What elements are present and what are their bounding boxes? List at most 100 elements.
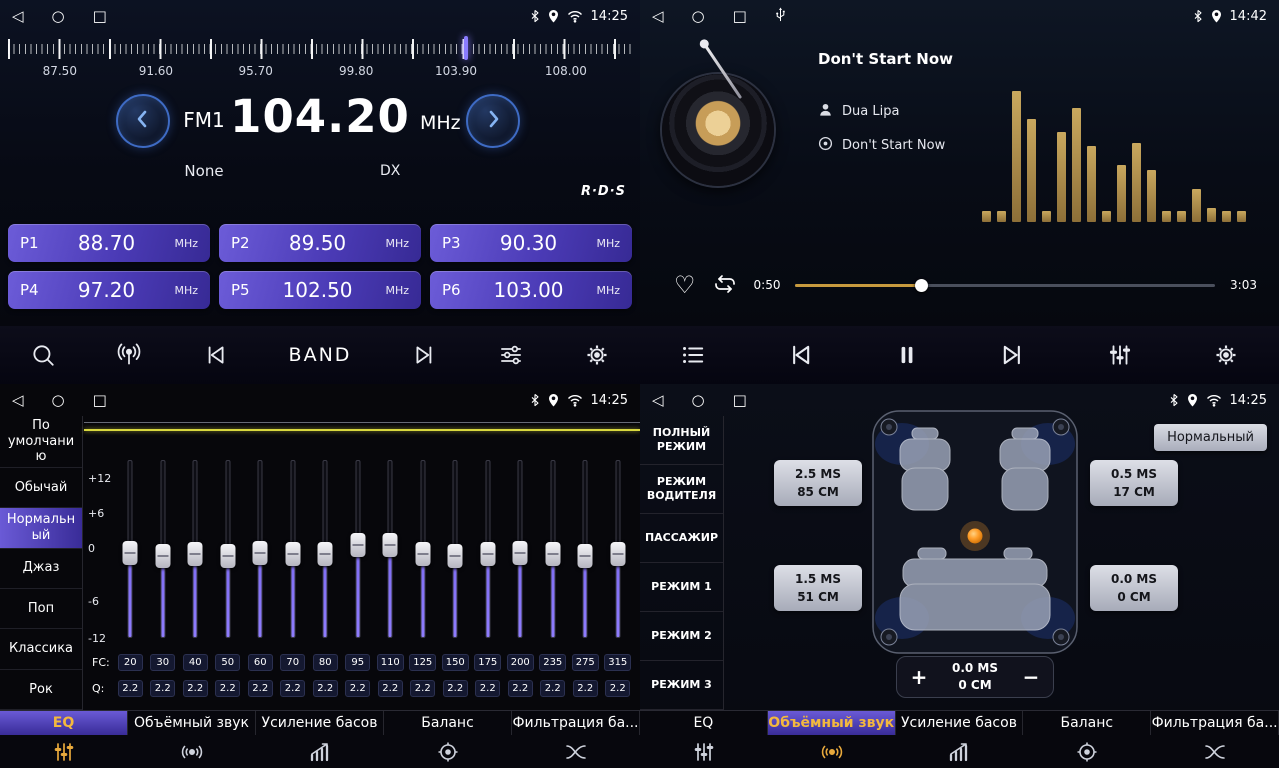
recents-button[interactable]: □ bbox=[733, 9, 747, 24]
band-button[interactable]: BAND bbox=[289, 344, 352, 366]
eq-slider-thumb[interactable] bbox=[220, 544, 235, 568]
eq-slider-thumb[interactable] bbox=[253, 541, 268, 565]
tab-filter[interactable]: Фильтрация ба... bbox=[1151, 711, 1279, 735]
eq-slider-thumb[interactable] bbox=[123, 541, 138, 565]
delay-front-right[interactable]: 0.5 MS 17 CM bbox=[1090, 460, 1178, 506]
tab-eq[interactable]: EQ bbox=[640, 711, 768, 735]
radio-preset-button[interactable]: P289.50MHz bbox=[219, 224, 421, 262]
sf-mode-item[interactable]: РЕЖИМ 2 bbox=[640, 612, 723, 661]
eq-faders-icon[interactable] bbox=[640, 735, 768, 768]
tuner-pointer[interactable] bbox=[464, 36, 468, 60]
home-button[interactable]: ○ bbox=[692, 9, 705, 24]
decrease-delay-button[interactable]: − bbox=[1015, 662, 1047, 692]
home-button[interactable]: ○ bbox=[692, 393, 705, 408]
tab-bass-boost[interactable]: Усиление басов bbox=[256, 711, 384, 735]
eq-preset-item[interactable]: Классика bbox=[0, 629, 82, 669]
sf-preset-badge[interactable]: Нормальный bbox=[1154, 424, 1267, 451]
delay-front-left[interactable]: 2.5 MS 85 CM bbox=[774, 460, 862, 506]
sf-mode-item[interactable]: РЕЖИМ ВОДИТЕЛЯ bbox=[640, 465, 723, 514]
radio-preset-button[interactable]: P6103.00MHz bbox=[430, 271, 632, 309]
skip-previous-icon[interactable] bbox=[786, 341, 814, 369]
frequency-ruler[interactable] bbox=[8, 36, 632, 62]
eq-slider-thumb[interactable] bbox=[513, 541, 528, 565]
crossover-filter-icon[interactable] bbox=[512, 735, 640, 768]
surround-speaker-icon[interactable] bbox=[128, 735, 256, 768]
home-button[interactable]: ○ bbox=[52, 393, 65, 408]
eq-preset-item[interactable]: Рок bbox=[0, 670, 82, 710]
bass-boost-icon[interactable] bbox=[896, 735, 1024, 768]
balance-target-icon[interactable] bbox=[1023, 735, 1151, 768]
pause-icon[interactable] bbox=[894, 342, 920, 368]
tune-up-button[interactable] bbox=[466, 94, 520, 148]
tab-bass-boost[interactable]: Усиление басов bbox=[896, 711, 1024, 735]
preset-unit: MHz bbox=[385, 284, 409, 297]
tuning-sliders-icon[interactable] bbox=[498, 342, 524, 368]
sf-mode-item[interactable]: РЕЖИМ 3 bbox=[640, 661, 723, 710]
skip-next-icon[interactable] bbox=[999, 341, 1027, 369]
tab-surround[interactable]: Объёмный звук bbox=[128, 711, 256, 735]
surround-speaker-icon[interactable] bbox=[768, 735, 896, 768]
back-button[interactable]: ◁ bbox=[12, 393, 24, 408]
broadcast-antenna-icon[interactable] bbox=[116, 342, 142, 368]
eq-preset-item[interactable]: Нормальный bbox=[0, 508, 82, 548]
skip-next-icon[interactable] bbox=[412, 342, 438, 368]
fc-value: 175 bbox=[474, 654, 501, 671]
tab-balance[interactable]: Баланс bbox=[1023, 711, 1151, 735]
eq-slider-thumb[interactable] bbox=[318, 542, 333, 566]
eq-slider-thumb[interactable] bbox=[155, 544, 170, 568]
eq-preset-item[interactable]: Поп bbox=[0, 589, 82, 629]
favorite-heart-icon[interactable]: ♡ bbox=[674, 273, 696, 297]
bass-boost-icon[interactable] bbox=[256, 735, 384, 768]
eq-slider-thumb[interactable] bbox=[480, 542, 495, 566]
back-button[interactable]: ◁ bbox=[12, 9, 24, 24]
radio-preset-button[interactable]: P5102.50MHz bbox=[219, 271, 421, 309]
eq-slider-thumb[interactable] bbox=[545, 542, 560, 566]
tab-balance[interactable]: Баланс bbox=[384, 711, 512, 735]
eq-preset-item[interactable]: Джаз bbox=[0, 549, 82, 589]
progress-thumb[interactable] bbox=[915, 279, 928, 292]
sf-mode-item[interactable]: РЕЖИМ 1 bbox=[640, 563, 723, 612]
delay-rear-right[interactable]: 0.0 MS 0 CM bbox=[1090, 565, 1178, 611]
delay-rear-left[interactable]: 1.5 MS 51 CM bbox=[774, 565, 862, 611]
settings-gear-icon[interactable] bbox=[584, 342, 610, 368]
equalizer-faders-icon[interactable] bbox=[1107, 342, 1133, 368]
eq-slider-thumb[interactable] bbox=[610, 542, 625, 566]
eq-slider-thumb[interactable] bbox=[285, 542, 300, 566]
eq-slider-thumb[interactable] bbox=[383, 533, 398, 557]
eq-slider-thumb[interactable] bbox=[448, 544, 463, 568]
eq-faders-icon[interactable] bbox=[0, 735, 128, 768]
eq-slider-thumb[interactable] bbox=[415, 542, 430, 566]
location-icon bbox=[1187, 393, 1198, 407]
back-button[interactable]: ◁ bbox=[652, 9, 664, 24]
crossover-filter-icon[interactable] bbox=[1151, 735, 1279, 768]
radio-preset-button[interactable]: P497.20MHz bbox=[8, 271, 210, 309]
radio-preset-button[interactable]: P188.70MHz bbox=[8, 224, 210, 262]
tab-filter[interactable]: Фильтрация ба... bbox=[512, 711, 640, 735]
eq-slider-thumb[interactable] bbox=[350, 533, 365, 557]
back-button[interactable]: ◁ bbox=[652, 393, 664, 408]
tab-eq[interactable]: EQ bbox=[0, 711, 128, 735]
sf-mode-item[interactable]: ПОЛНЫЙ РЕЖИМ bbox=[640, 416, 723, 465]
increase-delay-button[interactable]: + bbox=[903, 662, 935, 692]
tab-surround[interactable]: Объёмный звук bbox=[768, 711, 896, 735]
recents-button[interactable]: □ bbox=[93, 393, 107, 408]
playlist-icon[interactable] bbox=[680, 342, 706, 368]
eq-preset-item[interactable]: По умолчанию bbox=[0, 416, 82, 468]
eq-slider-thumb[interactable] bbox=[188, 542, 203, 566]
sf-mode-item[interactable]: ПАССАЖИР bbox=[640, 514, 723, 563]
settings-gear-icon[interactable] bbox=[1213, 342, 1239, 368]
balance-target-icon[interactable] bbox=[384, 735, 512, 768]
tune-down-button[interactable] bbox=[116, 94, 170, 148]
recents-button[interactable]: □ bbox=[733, 393, 747, 408]
radio-preset-button[interactable]: P390.30MHz bbox=[430, 224, 632, 262]
recents-button[interactable]: □ bbox=[93, 9, 107, 24]
eq-preset-item[interactable]: Обычай bbox=[0, 468, 82, 508]
skip-previous-icon[interactable] bbox=[202, 342, 228, 368]
gain-label: -12 bbox=[88, 632, 106, 645]
repeat-icon[interactable] bbox=[711, 272, 739, 299]
home-button[interactable]: ○ bbox=[52, 9, 65, 24]
scan-search-icon[interactable] bbox=[30, 342, 56, 368]
eq-slider-thumb[interactable] bbox=[578, 544, 593, 568]
seek-slider[interactable] bbox=[795, 277, 1215, 293]
preset-number: P2 bbox=[231, 234, 250, 252]
